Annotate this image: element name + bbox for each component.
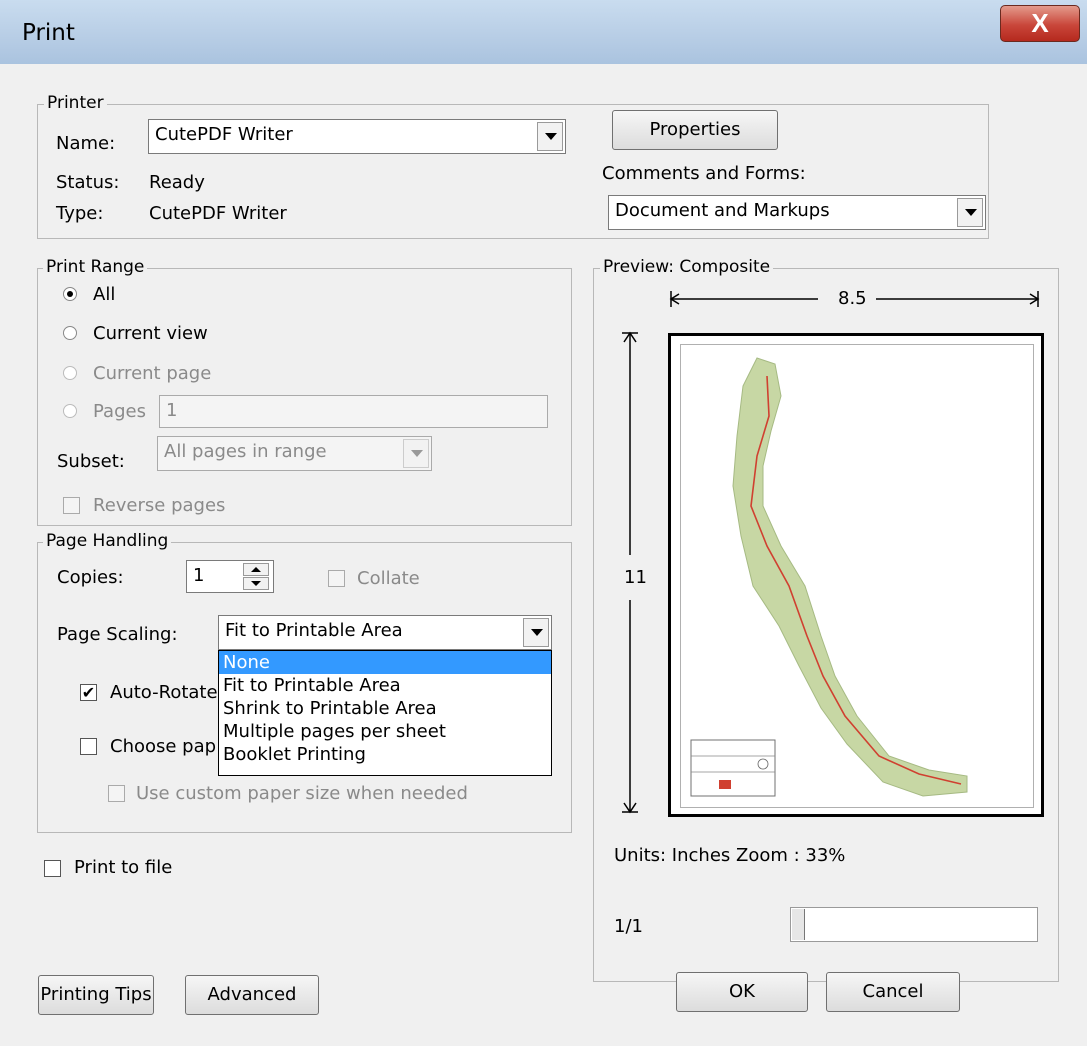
close-icon: X: [1031, 8, 1049, 38]
width-label: 8.5: [838, 288, 867, 309]
comments-forms-label: Comments and Forms:: [602, 163, 806, 184]
choose-paper-label: Choose pap: [110, 736, 217, 757]
close-button[interactable]: X: [1000, 5, 1080, 42]
title-bar: [0, 0, 1087, 64]
radio-current-page-label: Current page: [93, 363, 212, 384]
chevron-down-icon[interactable]: [957, 198, 983, 227]
copies-value: 1: [193, 565, 205, 586]
page-counter: 1/1: [614, 916, 643, 937]
auto-rotate-label: Auto-Rotate: [110, 682, 218, 703]
printer-status-label: Status:: [56, 172, 120, 193]
copies-label: Copies:: [57, 567, 124, 588]
page-scaling-select[interactable]: Fit to Printable Area: [218, 615, 552, 650]
page-scaling-dropdown: None Fit to Printable Area Shrink to Pri…: [218, 650, 552, 776]
print-to-file-checkbox[interactable]: [44, 860, 61, 877]
radio-pages[interactable]: [63, 404, 77, 418]
chevron-down-icon[interactable]: [403, 439, 429, 468]
page-scaling-label: Page Scaling:: [57, 624, 178, 645]
page-handling-legend: Page Handling: [43, 531, 172, 551]
comments-forms-value: Document and Markups: [615, 200, 830, 221]
auto-rotate-checkbox[interactable]: ✔: [80, 684, 97, 701]
preview-legend: Preview: Composite: [600, 257, 774, 277]
radio-current-view[interactable]: [63, 326, 77, 340]
comments-forms-select[interactable]: Document and Markups: [608, 195, 986, 230]
custom-paper-checkbox[interactable]: [108, 785, 125, 802]
pages-input[interactable]: 1: [159, 395, 548, 428]
subset-label: Subset:: [57, 451, 125, 472]
print-range-legend: Print Range: [43, 257, 148, 277]
subset-select[interactable]: All pages in range: [157, 436, 432, 471]
printer-name-label: Name:: [56, 133, 116, 154]
window-title: Print: [22, 20, 75, 46]
custom-paper-label: Use custom paper size when needed: [136, 783, 468, 804]
scaling-option-booklet[interactable]: Booklet Printing: [219, 743, 551, 766]
cancel-button[interactable]: Cancel: [826, 972, 960, 1012]
scaling-option-shrink[interactable]: Shrink to Printable Area: [219, 697, 551, 720]
printer-name-select[interactable]: CutePDF Writer: [148, 119, 566, 154]
chevron-down-icon[interactable]: [523, 618, 549, 647]
scaling-option-none[interactable]: None: [219, 651, 551, 674]
page-slider[interactable]: [790, 907, 1038, 942]
increment-icon[interactable]: [243, 563, 269, 576]
page-preview: [668, 333, 1044, 817]
scaling-option-fit[interactable]: Fit to Printable Area: [219, 674, 551, 697]
printer-type-label: Type:: [56, 203, 104, 224]
map-thumbnail: [690, 357, 968, 797]
chevron-down-icon[interactable]: [537, 122, 563, 151]
checkmark-icon: ✔: [81, 683, 96, 702]
units-zoom-label: Units: Inches Zoom : 33%: [614, 845, 846, 866]
copies-stepper[interactable]: 1: [186, 560, 274, 593]
printer-legend: Printer: [44, 93, 107, 113]
pages-input-value: 1: [166, 400, 178, 421]
radio-pages-label: Pages: [93, 401, 146, 422]
advanced-button[interactable]: Advanced: [185, 975, 319, 1015]
scaling-option-multiple[interactable]: Multiple pages per sheet: [219, 720, 551, 743]
height-label: 11: [624, 567, 647, 588]
print-to-file-label: Print to file: [74, 857, 173, 878]
radio-all-label: All: [93, 284, 116, 305]
choose-paper-checkbox[interactable]: [80, 738, 97, 755]
ok-button[interactable]: OK: [676, 972, 808, 1012]
collate-label: Collate: [357, 568, 420, 589]
printer-status-value: Ready: [149, 172, 205, 193]
printing-tips-button[interactable]: Printing Tips: [38, 975, 154, 1015]
radio-current-view-label: Current view: [93, 323, 208, 344]
reverse-pages-checkbox[interactable]: [63, 497, 80, 514]
printer-type-value: CutePDF Writer: [149, 203, 287, 224]
subset-value: All pages in range: [164, 441, 327, 462]
properties-button[interactable]: Properties: [612, 110, 778, 150]
printer-name-value: CutePDF Writer: [155, 124, 293, 145]
radio-all[interactable]: [63, 287, 77, 301]
reverse-pages-label: Reverse pages: [93, 495, 226, 516]
radio-current-page[interactable]: [63, 366, 77, 380]
collate-checkbox[interactable]: [328, 570, 345, 587]
slider-thumb[interactable]: [792, 909, 805, 940]
decrement-icon[interactable]: [243, 577, 269, 590]
page-scaling-value: Fit to Printable Area: [225, 620, 403, 641]
